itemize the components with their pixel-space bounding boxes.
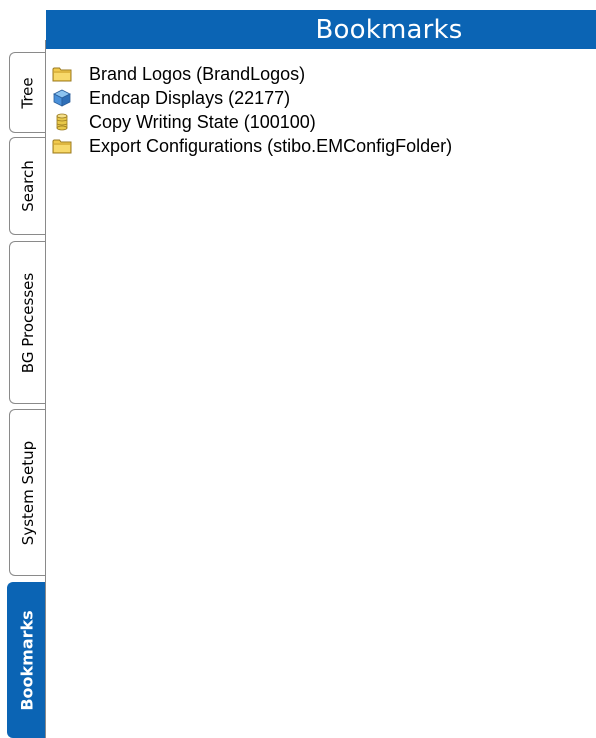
bookmark-label: Export Configurations (stibo.EMConfigFol… [89, 135, 453, 156]
folder-icon [52, 65, 72, 83]
bookmark-label: Endcap Displays (22177) [89, 87, 291, 108]
tab-bookmarks[interactable]: Bookmarks [7, 582, 46, 738]
tab-system-setup-label: System Setup [19, 440, 37, 545]
tab-tree[interactable]: Tree [9, 52, 46, 133]
tab-bg-processes[interactable]: BG Processes [9, 241, 46, 404]
tab-system-setup[interactable]: System Setup [9, 409, 46, 576]
tab-search-label: Search [19, 160, 38, 212]
vertical-tab-strip: Tree Search BG Processes System Setup Bo… [0, 0, 48, 738]
cylinder-icon [52, 113, 72, 131]
panel-title: Bookmarks [315, 14, 463, 45]
bookmark-item[interactable]: Copy Writing State (100100) [52, 110, 452, 134]
bookmarks-panel: Bookmarks Brand Logos (BrandLogos) Endca… [46, 0, 596, 738]
tab-search[interactable]: Search [9, 137, 46, 235]
panel-header: Bookmarks [46, 10, 596, 49]
tab-bg-processes-label: BG Processes [19, 272, 37, 373]
bookmark-label: Copy Writing State (100100) [89, 111, 316, 132]
bookmark-item[interactable]: Endcap Displays (22177) [52, 86, 452, 110]
bookmark-list: Brand Logos (BrandLogos) Endcap Displays… [52, 62, 452, 158]
bookmark-item[interactable]: Export Configurations (stibo.EMConfigFol… [52, 134, 452, 158]
tab-bookmarks-label: Bookmarks [17, 609, 37, 711]
tab-tree-label: Tree [18, 76, 37, 109]
cube-icon [52, 89, 72, 107]
bookmark-label: Brand Logos (BrandLogos) [89, 63, 306, 84]
bookmarks-window: Tree Search BG Processes System Setup Bo… [0, 0, 596, 738]
folder-icon [52, 137, 72, 155]
bookmark-item[interactable]: Brand Logos (BrandLogos) [52, 62, 452, 86]
